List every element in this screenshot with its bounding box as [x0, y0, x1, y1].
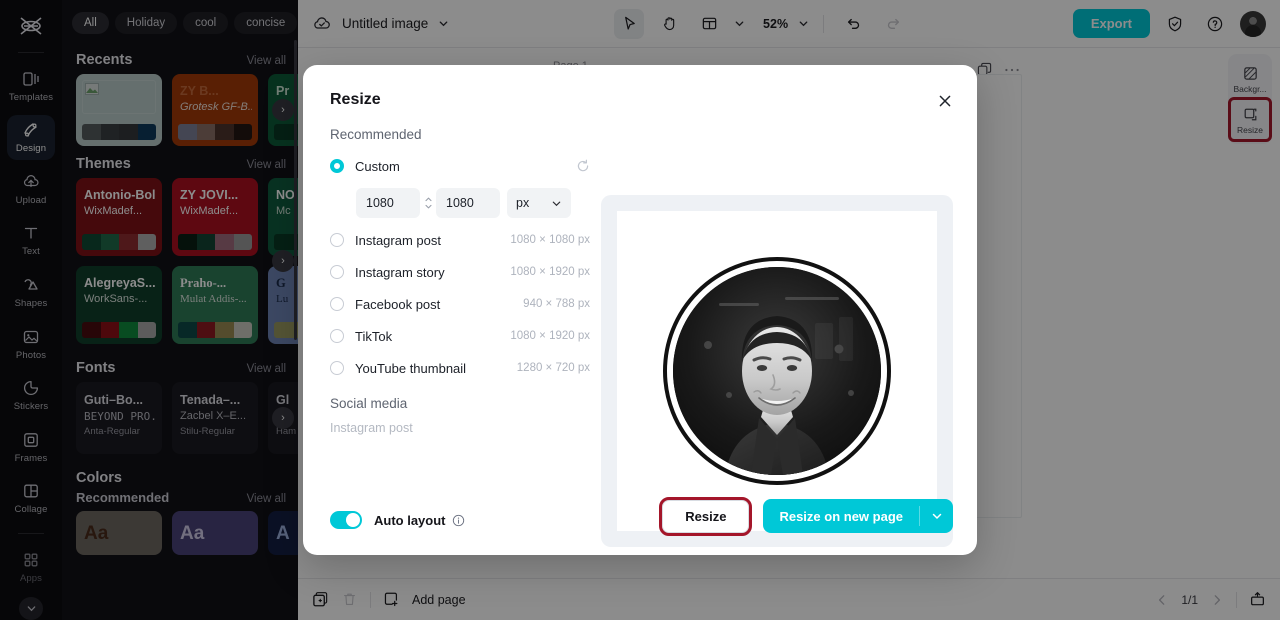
option-label: TikTok — [355, 328, 393, 344]
custom-dimensions: 1080 1080 px — [356, 188, 590, 218]
primary-chevron-down-icon[interactable] — [919, 506, 953, 526]
social-media-label: Social media — [330, 396, 408, 411]
preview-canvas — [617, 211, 937, 531]
option-tiktok[interactable]: TikTok 1080 × 1920 px — [330, 320, 590, 352]
radio-custom[interactable] — [330, 159, 344, 173]
option-dimensions: 1280 × 720 px — [516, 362, 590, 374]
option-label: Instagram story — [355, 264, 445, 280]
option-label: Instagram post — [355, 232, 441, 248]
option-label: Custom — [355, 158, 400, 174]
option-dimensions: 1080 × 1920 px — [510, 266, 590, 278]
preview-ring — [663, 257, 891, 485]
option-instagram-story[interactable]: Instagram story 1080 × 1920 px — [330, 256, 590, 288]
modal-action-buttons: Resize Resize on new page — [659, 496, 953, 536]
width-input[interactable]: 1080 — [356, 188, 420, 218]
option-instagram-post[interactable]: Instagram post 1080 × 1080 px — [330, 224, 590, 256]
option-label: Facebook post — [355, 296, 441, 312]
option-dimensions: 1080 × 1080 px — [510, 234, 590, 246]
unit-value: px — [516, 196, 530, 210]
radio-youtube-thumbnail[interactable] — [330, 361, 344, 375]
resize-button[interactable]: Resize — [659, 496, 753, 536]
info-circle-icon[interactable] — [452, 514, 465, 527]
option-label: YouTube thumbnail — [355, 360, 467, 376]
option-custom[interactable]: Custom — [330, 150, 590, 182]
social-media-item[interactable]: Instagram post — [330, 421, 590, 435]
radio-instagram-story[interactable] — [330, 265, 344, 279]
auto-layout-row: Auto layout — [330, 511, 465, 529]
capcut-editor-window: Templates Design Upload Text Shapes Phot… — [0, 0, 1280, 620]
resize-modal: Resize Recommended Custom 1080 1080 px I… — [303, 65, 977, 555]
resize-options-column: Recommended Custom 1080 1080 px Instagra… — [330, 127, 590, 435]
unit-chevron-down-icon — [551, 198, 562, 209]
primary-button-label: Resize on new page — [779, 508, 903, 524]
radio-tiktok[interactable] — [330, 329, 344, 343]
option-dimensions: 1080 × 1920 px — [510, 330, 590, 342]
option-facebook-post[interactable]: Facebook post 940 × 788 px — [330, 288, 590, 320]
recommended-label: Recommended — [330, 127, 422, 142]
resize-preview — [601, 195, 953, 547]
auto-layout-toggle[interactable] — [330, 511, 362, 529]
preview-portrait-photo — [673, 267, 881, 475]
unit-select[interactable]: px — [507, 188, 571, 218]
option-youtube-thumbnail[interactable]: YouTube thumbnail 1280 × 720 px — [330, 352, 590, 384]
radio-facebook-post[interactable] — [330, 297, 344, 311]
option-dimensions: 940 × 788 px — [523, 298, 590, 310]
auto-layout-label: Auto layout — [374, 512, 446, 528]
reset-icon[interactable] — [576, 159, 590, 173]
radio-instagram-post[interactable] — [330, 233, 344, 247]
link-dimensions-icon[interactable] — [420, 192, 436, 214]
modal-title: Resize — [330, 91, 381, 108]
height-input[interactable]: 1080 — [436, 188, 500, 218]
close-icon[interactable] — [935, 91, 955, 111]
resize-on-new-page-button[interactable]: Resize on new page — [763, 499, 953, 533]
